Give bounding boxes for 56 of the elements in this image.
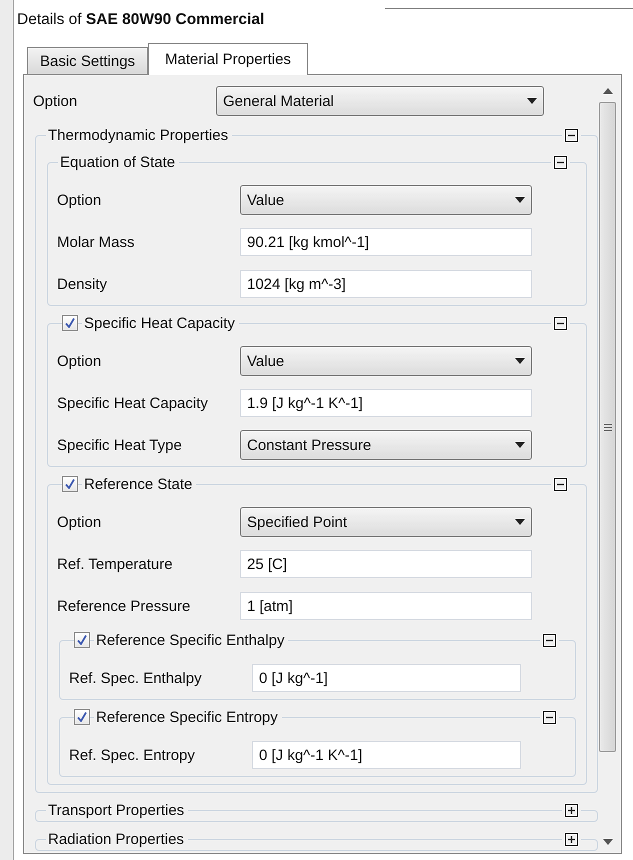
checkbox[interactable]: [62, 476, 78, 492]
collapse-icon[interactable]: [554, 156, 567, 168]
field-label: Molar Mass: [57, 234, 136, 250]
scroll-thumb[interactable]: [599, 102, 616, 752]
group-title: Radiation Properties: [46, 830, 188, 848]
expand-icon[interactable]: [565, 804, 578, 816]
scroll-up-icon[interactable]: [602, 88, 612, 94]
tab[interactable]: Material Properties: [148, 43, 308, 75]
caret-icon: [515, 442, 525, 448]
input-field[interactable]: 0 [J kg^-1]: [252, 664, 521, 692]
group-title: Reference Specific Entropy: [94, 708, 282, 726]
input-field[interactable]: 90.21 [kg kmol^-1]: [240, 228, 532, 256]
field-label: Ref. Temperature: [57, 556, 174, 572]
field-label: Option: [57, 514, 102, 530]
field-label: Reference Pressure: [57, 598, 192, 614]
input-field[interactable]: 0 [J kg^-1 K^-1]: [252, 741, 521, 769]
checkbox[interactable]: [74, 709, 90, 725]
input-field[interactable]: 1024 [kg m^-3]: [240, 270, 532, 298]
panel-title: Details of SAE 80W90 Commercial: [17, 11, 264, 30]
group-title: Thermodynamic Properties: [46, 126, 232, 144]
field-label: Option: [57, 192, 102, 208]
collapse-icon[interactable]: [543, 634, 556, 646]
caret-icon: [515, 358, 525, 364]
field-label: Specific Heat Type: [57, 436, 183, 454]
caret-icon: [515, 197, 525, 203]
dropdown[interactable]: Constant Pressure: [240, 430, 532, 460]
group-title: Reference Specific Enthalpy: [94, 632, 288, 648]
checkbox[interactable]: [62, 315, 78, 331]
group-title: Transport Properties: [46, 802, 188, 818]
tab[interactable]: Basic Settings: [27, 47, 148, 74]
field-label: Ref. Spec. Enthalpy: [69, 670, 203, 686]
caret-icon: [527, 98, 537, 104]
dropdown[interactable]: Specified Point: [240, 507, 532, 537]
collapse-icon[interactable]: [565, 128, 578, 142]
collapse-icon[interactable]: [543, 710, 556, 724]
collapse-icon[interactable]: [554, 478, 567, 490]
scroll-down-icon[interactable]: [602, 839, 612, 845]
group-title: Reference State: [82, 476, 196, 492]
field-label: Density: [57, 276, 108, 292]
expand-icon[interactable]: [565, 832, 578, 846]
collapse-icon[interactable]: [554, 316, 567, 330]
field-label: Specific Heat Capacity: [57, 394, 209, 412]
input-field[interactable]: 25 [C]: [240, 550, 532, 578]
group-title: Equation of State: [58, 154, 180, 170]
caret-icon: [515, 519, 525, 525]
field-label: Ref. Spec. Entropy: [69, 746, 196, 764]
dropdown[interactable]: General Material: [216, 86, 544, 116]
checkbox[interactable]: [74, 632, 90, 648]
grip-icon: [604, 424, 612, 430]
dropdown[interactable]: Value: [240, 185, 532, 215]
input-field[interactable]: 1 [atm]: [240, 592, 532, 620]
dropdown[interactable]: Value: [240, 346, 532, 376]
input-field[interactable]: 1.9 [J kg^-1 K^-1]: [240, 389, 532, 417]
group-title: Specific Heat Capacity: [82, 314, 239, 332]
field-label: Option: [33, 92, 78, 110]
field-label: Option: [57, 352, 102, 370]
